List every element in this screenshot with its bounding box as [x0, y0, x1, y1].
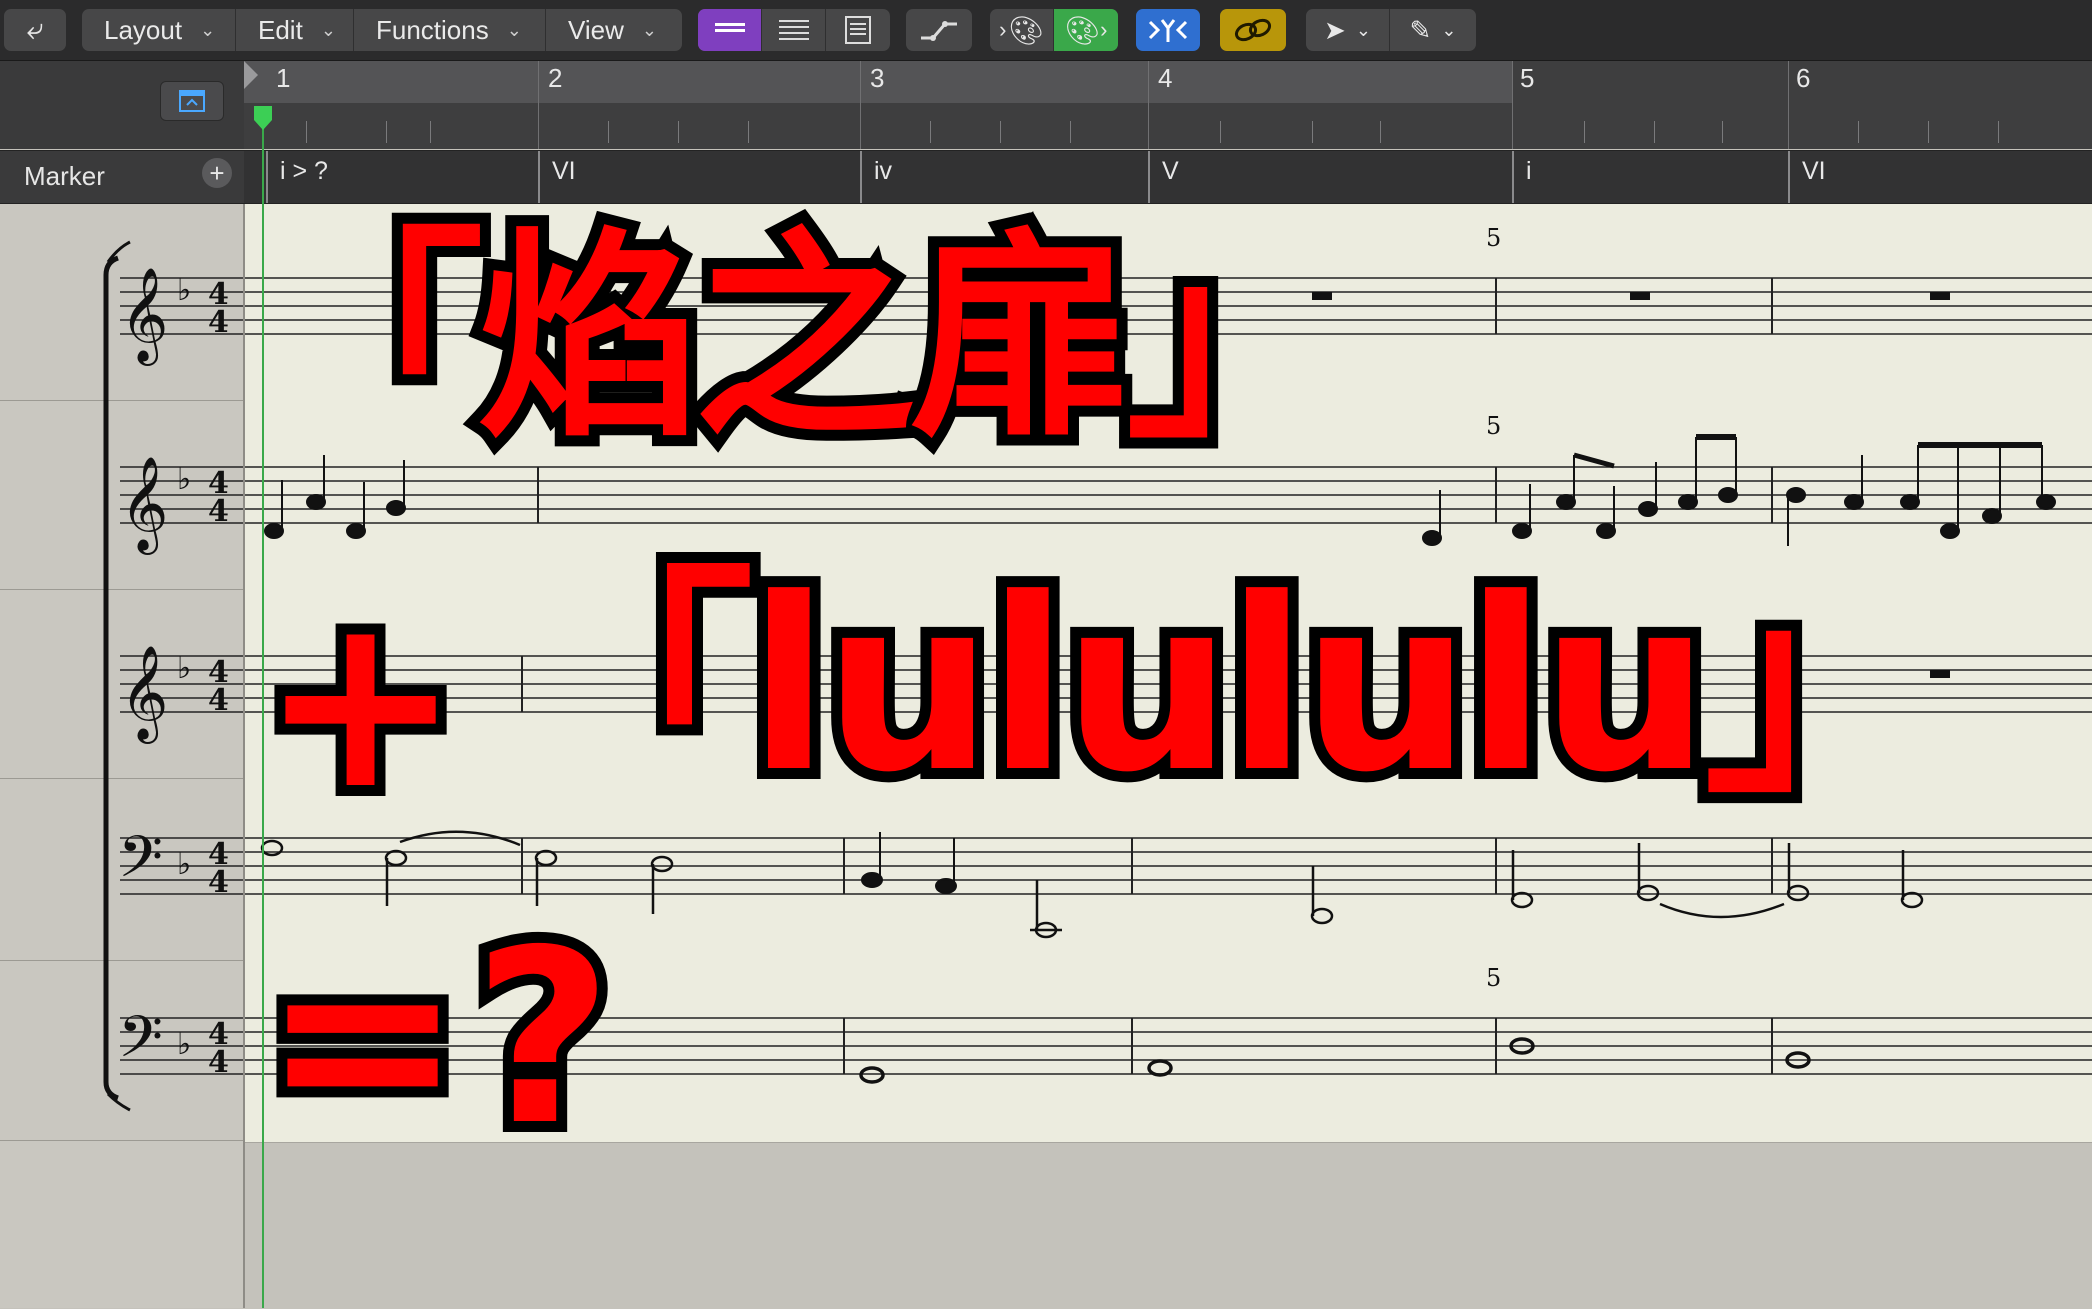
svg-text:♭: ♭ [177, 462, 191, 497]
svg-text:4: 4 [208, 865, 229, 900]
playhead-handle-icon [254, 106, 272, 130]
svg-text:♭: ♭ [177, 847, 191, 882]
treble-clef: 𝄞 [120, 456, 168, 555]
bass-clef: 𝄢 [118, 823, 163, 905]
overlay-title-line2: 「lulululu」 [505, 548, 1953, 825]
svg-text:4: 4 [208, 683, 229, 718]
overlay-title-line1: 「焰之扉」 [251, 210, 1359, 468]
measure-number: 5 [1486, 412, 1501, 440]
system-bracket [103, 255, 119, 1101]
treble-clef: 𝄞 [120, 645, 168, 744]
bass-clef: 𝄢 [118, 1003, 163, 1085]
svg-text:4: 4 [208, 494, 229, 529]
svg-text:♭: ♭ [177, 273, 191, 308]
treble-clef: 𝄞 [120, 267, 168, 366]
measure-number: 5 [1486, 964, 1501, 992]
svg-text:♭: ♭ [177, 1027, 191, 1062]
svg-text:4: 4 [208, 1045, 229, 1080]
svg-text:♭: ♭ [177, 651, 191, 686]
svg-text:4: 4 [208, 305, 229, 340]
measure-number: 5 [1486, 224, 1501, 252]
overlay-title-line3: =? [251, 898, 623, 1178]
overlay-plus: + [249, 562, 472, 842]
